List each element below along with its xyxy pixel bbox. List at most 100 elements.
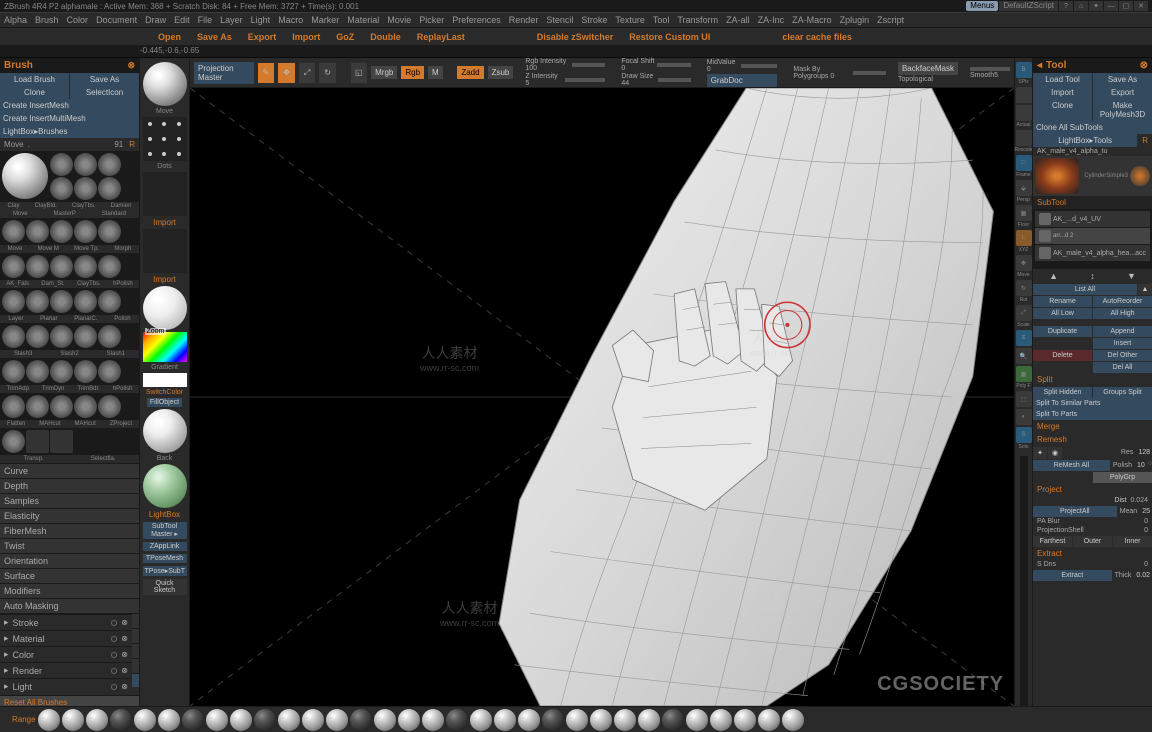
menu-light[interactable]: Light: [251, 15, 271, 25]
delall-button[interactable]: Del All: [1093, 362, 1152, 373]
autoreorder-button[interactable]: AutoReorder: [1093, 296, 1152, 307]
transparency-icon[interactable]: ◐: [1016, 409, 1032, 425]
menu-alpha[interactable]: Alpha: [4, 15, 27, 25]
import-button[interactable]: Import: [292, 32, 320, 42]
import-tool-button[interactable]: Import: [1033, 86, 1092, 99]
subtool-item-active[interactable]: arr...d 2: [1035, 228, 1150, 244]
brush-thumb[interactable]: [50, 177, 73, 200]
fillobject-button[interactable]: FillObject: [147, 398, 182, 407]
rgb-intensity-slider[interactable]: Rgb Intensity 100: [525, 58, 605, 72]
section-twist[interactable]: Twist: [0, 538, 139, 553]
material-palette[interactable]: ▸Material⊗: [0, 630, 132, 646]
subtool-up-icon[interactable]: ▲: [1049, 271, 1058, 281]
section-orientation[interactable]: Orientation: [0, 553, 139, 568]
alllow-button[interactable]: All Low: [1033, 308, 1092, 319]
color-picker[interactable]: Zoom: [143, 332, 187, 362]
inner-toggle[interactable]: Inner: [1113, 536, 1152, 547]
brush-thumb[interactable]: [98, 255, 121, 278]
switchcolor-button[interactable]: SwitchColor: [146, 389, 183, 396]
ptsel-icon[interactable]: ⬚: [1016, 391, 1032, 407]
tool-panel-close-icon[interactable]: ⊗: [1140, 60, 1148, 71]
edit-mode-icon[interactable]: ✎: [258, 63, 275, 83]
back-light-sphere[interactable]: [143, 464, 187, 508]
m-toggle[interactable]: M: [428, 66, 443, 79]
menu-marker[interactable]: Marker: [311, 15, 339, 25]
brush-thumb[interactable]: [98, 177, 121, 200]
default-script[interactable]: DefaultZScript: [999, 1, 1058, 11]
import-alpha-button[interactable]: Import: [153, 218, 176, 227]
render-palette[interactable]: ▸Render⊗: [0, 662, 132, 678]
tposesublt-button[interactable]: TPose▸SubT: [143, 566, 187, 576]
menu-tool[interactable]: Tool: [653, 15, 670, 25]
clear-cache-button[interactable]: clear cache files: [782, 32, 852, 42]
disable-zswitcher-button[interactable]: Disable zSwitcher: [537, 32, 614, 42]
viewport-canvas[interactable]: 人人素材www.rr-sc.com 人人素材www.rr-sc.com 人人素材…: [190, 88, 1014, 706]
brush-thumb[interactable]: [74, 153, 97, 176]
subtool-section[interactable]: SubTool: [1033, 196, 1152, 209]
selecticon-button[interactable]: SelectIcon: [70, 86, 139, 99]
lightbox-brushes-button[interactable]: LightBox▸Brushes: [0, 125, 139, 138]
brush-thumb[interactable]: [74, 290, 97, 313]
drawsize-slider[interactable]: Draw Size 44: [621, 73, 690, 87]
viewport-scrollbar[interactable]: [1020, 456, 1028, 706]
brush-thumb[interactable]: [2, 430, 25, 453]
import-texture-button[interactable]: Import: [153, 275, 176, 284]
section-fibermesh[interactable]: FiberMesh: [0, 523, 139, 538]
menu-edit[interactable]: Edit: [174, 15, 190, 25]
window-help-icon[interactable]: ?: [1059, 1, 1073, 11]
brush-thumb[interactable]: [50, 395, 73, 418]
double-button[interactable]: Double: [370, 32, 401, 42]
project-section[interactable]: Project: [1033, 483, 1152, 496]
material-preview[interactable]: [143, 286, 187, 330]
brush-thumb[interactable]: [26, 220, 49, 243]
section-curve[interactable]: Curve: [0, 463, 139, 478]
delother-button[interactable]: Del Other: [1093, 350, 1152, 361]
brush-thumb[interactable]: [26, 290, 49, 313]
brush-thumb[interactable]: [26, 325, 49, 348]
quicksketch-button[interactable]: Quick Sketch: [143, 579, 187, 595]
brush-thumb[interactable]: [26, 255, 49, 278]
stroke-preview[interactable]: [143, 117, 187, 161]
localxyz-icon[interactable]: L: [1016, 230, 1032, 246]
saveas-brush-button[interactable]: Save As: [70, 73, 139, 86]
menu-draw[interactable]: Draw: [145, 15, 166, 25]
menu-stencil[interactable]: Stencil: [546, 15, 573, 25]
scale-mode-icon[interactable]: ⤢: [299, 63, 316, 83]
menu-zplugin[interactable]: Zplugin: [840, 15, 870, 25]
insert-button[interactable]: Insert: [1093, 338, 1152, 349]
remeshall-button[interactable]: ReMesh All: [1033, 460, 1110, 471]
allhigh-button[interactable]: All High: [1093, 308, 1152, 319]
brush-thumb[interactable]: [50, 290, 73, 313]
menu-zamacro[interactable]: ZA-Macro: [792, 15, 832, 25]
polygrp-button[interactable]: PolyGrp: [1093, 472, 1152, 483]
projection-master-button[interactable]: Projection Master: [194, 62, 254, 84]
rename-button[interactable]: Rename: [1033, 296, 1092, 307]
brush-thumb[interactable]: [98, 395, 121, 418]
texture-preview[interactable]: [143, 229, 187, 273]
load-brush-button[interactable]: Load Brush: [0, 73, 69, 86]
subtoolmaster-button[interactable]: SubTool Master ▸: [143, 522, 187, 539]
menu-picker[interactable]: Picker: [419, 15, 444, 25]
symmetry-icon[interactable]: ⧖: [1016, 330, 1032, 346]
brush-thumb[interactable]: [98, 290, 121, 313]
move-nav-icon[interactable]: ✥: [1016, 255, 1032, 271]
perspective-icon[interactable]: ◱: [351, 63, 368, 83]
tool-thumbnail[interactable]: [1035, 158, 1079, 194]
load-tool-button[interactable]: Load Tool: [1033, 73, 1092, 86]
tool-preview[interactable]: CylinderSimple3: [1033, 156, 1152, 196]
brush-selector-slider[interactable]: Move. 91 R: [0, 138, 139, 151]
zoom-icon[interactable]: 🔍: [1016, 348, 1032, 364]
section-elasticity[interactable]: Elasticity: [0, 508, 139, 523]
rotate-mode-icon[interactable]: ↻: [319, 63, 336, 83]
splitparts-button[interactable]: Split To Parts: [1033, 409, 1152, 420]
move-mode-icon[interactable]: ✥: [278, 63, 295, 83]
maskpoly-slider[interactable]: Mask By Polygroups 0: [793, 66, 886, 80]
groupssplit-button[interactable]: Groups Split: [1093, 387, 1152, 398]
menu-material[interactable]: Material: [347, 15, 379, 25]
scale-nav-icon[interactable]: ⤢: [1016, 305, 1032, 321]
tposemesh-button[interactable]: TPoseMesh: [143, 554, 187, 563]
brush-thumb[interactable]: [98, 325, 121, 348]
window-maximize-icon[interactable]: ▢: [1119, 1, 1133, 11]
window-close-icon[interactable]: ✕: [1134, 1, 1148, 11]
brush-thumb[interactable]: [98, 360, 121, 383]
